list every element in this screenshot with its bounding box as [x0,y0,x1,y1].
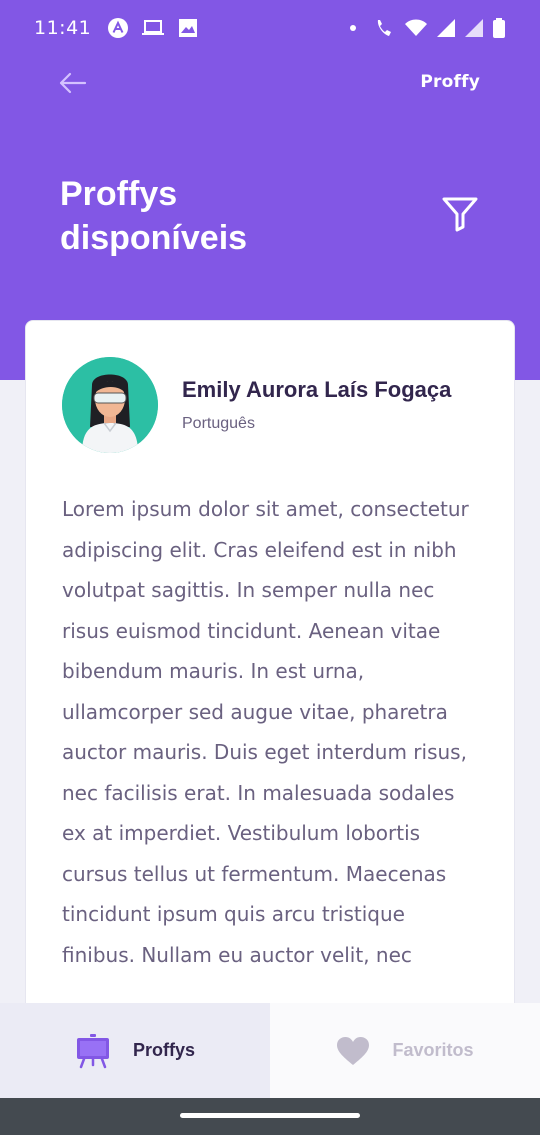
page-title: Proffys disponíveis [60,175,248,257]
top-navigation: Proffy [0,56,540,112]
status-time: 11:41 [34,17,92,39]
home-indicator[interactable] [180,1113,360,1118]
wifi-call-icon [377,20,391,36]
avatar [62,357,158,453]
tab-favoritos-label: Favoritos [392,1040,474,1060]
teacher-subject: Português [182,415,255,432]
teacher-name: Emily Aurora Laís Fogaça [182,377,452,402]
signal-4g-icon [465,19,483,37]
wifi-icon [405,19,427,36]
brand-logo: Proffy [420,72,480,92]
a-logo-icon [108,18,129,38]
status-bar: 11:41 [0,0,540,56]
easel-icon [76,1033,109,1068]
filter-icon[interactable] [440,194,480,234]
bottom-tab-bar: Proffys Favoritos [0,1003,540,1098]
tab-proffys[interactable]: Proffys [0,1003,270,1098]
notification-dot-icon [350,25,356,31]
signal-icon [437,19,455,37]
teacher-bio: Lorem ipsum dolor sit amet, consectetur … [62,497,469,967]
teacher-card: Emily Aurora Laís Fogaça Português Lorem… [25,320,515,1020]
laptop-icon [142,20,165,35]
system-navigation-bar [0,1098,540,1135]
arrow-left-icon[interactable] [56,66,90,100]
battery-icon [493,18,505,38]
heart-icon [337,1036,370,1065]
tab-proffys-label: Proffys [132,1040,195,1060]
gallery-icon [179,19,198,37]
tab-favoritos[interactable]: Favoritos [270,1003,540,1098]
